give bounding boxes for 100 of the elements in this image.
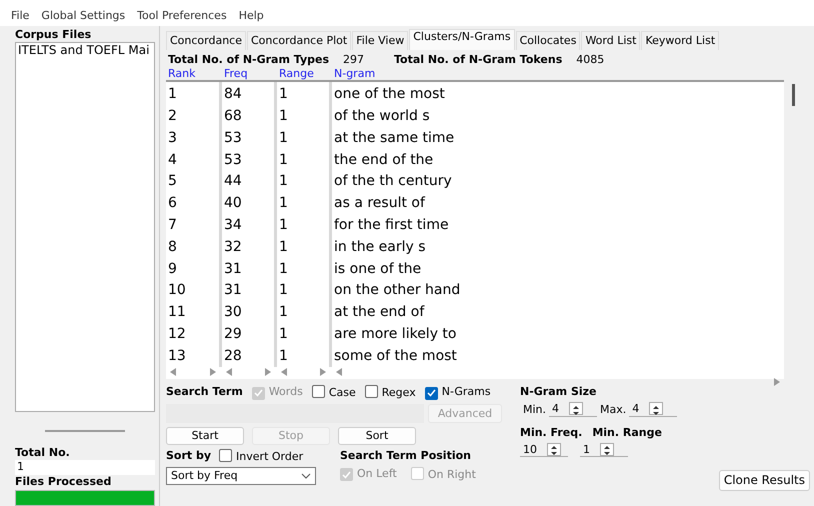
table-cell-text: of the world s xyxy=(333,107,431,126)
table-cell-text: 2 xyxy=(167,107,178,126)
spin-field[interactable]: 4 xyxy=(549,402,598,417)
table-cell-text: 12 xyxy=(167,325,187,344)
table-cell-text: 13 xyxy=(167,346,187,366)
label: Search Term Position xyxy=(340,448,472,462)
table-cell-text: 1 xyxy=(278,238,289,257)
tab[interactable]: Concordance xyxy=(166,31,246,50)
table-cell-text: 1 xyxy=(278,216,289,236)
scroll-right-icon[interactable] xyxy=(265,368,271,376)
table-cell-text: 6 xyxy=(167,194,178,214)
table-cell-text: 1 xyxy=(278,194,289,214)
table-cell-text: on the other hand xyxy=(333,281,462,300)
label: Files Processed xyxy=(15,474,112,488)
stat-value: 297 xyxy=(343,52,364,66)
checkbox[interactable] xyxy=(424,386,438,400)
scroll-left-icon[interactable] xyxy=(281,368,287,376)
table-cell-text: at the end of xyxy=(333,303,426,322)
table-cell-text: 7 xyxy=(167,216,178,236)
checkbox-label: On Right xyxy=(428,468,476,480)
label: Min. Freq. xyxy=(520,426,582,440)
menu-item[interactable]: Tool Preferences xyxy=(137,9,227,26)
table-cell-text: 10 xyxy=(167,281,187,300)
stat-value: 4085 xyxy=(576,52,604,66)
table-cell-text: in the early s xyxy=(333,238,427,257)
table-cell-text: 40 xyxy=(223,194,243,214)
checkbox[interactable] xyxy=(312,385,325,398)
button[interactable]: Sort xyxy=(338,427,416,445)
table-cell-text: 1 xyxy=(278,260,289,279)
spinner-arrows-icon[interactable] xyxy=(547,442,561,456)
table-cell-text: are more likely to xyxy=(333,325,458,344)
table-cell-text: 53 xyxy=(223,128,243,148)
spin-field[interactable]: 10 xyxy=(520,442,568,458)
column-header[interactable]: N-gram xyxy=(334,66,786,80)
table-cell-text: 1 xyxy=(278,325,289,344)
scroll-right-icon[interactable] xyxy=(320,368,326,376)
label: Min. xyxy=(523,402,546,416)
label: Sort by xyxy=(166,448,212,464)
table-cell-text: 1 xyxy=(167,85,178,104)
table-cell-text: 1 xyxy=(278,303,289,322)
column-header[interactable]: Freq xyxy=(224,66,279,80)
checkbox-label: Words xyxy=(268,385,303,398)
menu-item[interactable]: File xyxy=(11,9,30,26)
sort-dropdown[interactable]: Sort by Freq xyxy=(166,466,316,484)
spin-field[interactable]: 1 xyxy=(580,442,628,458)
table-cell-text: 1 xyxy=(278,172,289,192)
menu-item[interactable]: Global Settings xyxy=(41,9,126,26)
checkbox[interactable] xyxy=(219,448,232,462)
tab[interactable]: Concordance Plot xyxy=(247,31,352,50)
scroll-right-icon[interactable] xyxy=(774,378,780,386)
checkbox-label: Invert Order xyxy=(236,450,304,463)
table-cell-text: 31 xyxy=(223,260,243,279)
checkbox-label: On Left xyxy=(357,466,397,480)
tab[interactable]: Collocates xyxy=(516,31,580,50)
table-cell-text: 53 xyxy=(223,150,243,170)
table-cell-text: 8 xyxy=(167,238,178,257)
stat-label: Total No. of N-Gram Tokens xyxy=(394,52,562,66)
table-cell-text: 1 xyxy=(278,128,289,148)
panel-title: Corpus Files xyxy=(15,28,92,42)
total-value: 1 xyxy=(15,460,155,475)
table-cell-text: 1 xyxy=(278,85,289,104)
table-cell-text: 1 xyxy=(278,107,289,126)
button[interactable]: Start xyxy=(166,427,244,445)
checkbox-label: Case xyxy=(328,386,356,400)
checkbox-label: N-Grams xyxy=(442,385,491,398)
table-cell-text: the end of the xyxy=(333,150,434,170)
table-cell-text: 1 xyxy=(278,346,289,366)
table-cell-text: 32 xyxy=(223,238,243,257)
scroll-left-icon[interactable] xyxy=(170,368,176,376)
tab[interactable]: Word List xyxy=(581,31,640,50)
table-cell-text: 4 xyxy=(167,150,178,170)
table-cell-text: one of the most xyxy=(333,85,446,104)
spinner-arrows-icon[interactable] xyxy=(600,442,614,456)
tab[interactable]: Keyword List xyxy=(641,31,720,50)
clone-results-button[interactable]: Clone Results xyxy=(718,470,810,492)
corpus-file-entry[interactable]: ITELTS and TOEFL Mai xyxy=(18,42,152,58)
checkbox-label: Regex xyxy=(382,386,416,400)
column-header[interactable]: Range xyxy=(279,66,334,80)
table-cell-text: 30 xyxy=(223,303,243,322)
spinner-arrows-icon[interactable] xyxy=(569,402,584,416)
scroll-right-icon[interactable] xyxy=(210,368,216,376)
table-cell-text: 68 xyxy=(223,107,243,126)
table-cell-text: 34 xyxy=(223,216,243,236)
spinner-arrows-icon[interactable] xyxy=(649,402,664,416)
table-cell-text: 44 xyxy=(223,172,243,192)
menu-item[interactable]: Help xyxy=(238,9,264,26)
table-cell-text: some of the most xyxy=(333,346,458,366)
column-header[interactable]: Rank xyxy=(168,66,224,80)
table-cell-text: as a result of xyxy=(333,194,426,214)
scroll-left-icon[interactable] xyxy=(336,368,342,376)
label: Min. Range xyxy=(592,426,662,440)
table-cell-text: 1 xyxy=(278,150,289,170)
scroll-left-icon[interactable] xyxy=(226,368,232,376)
tab[interactable]: Clusters/N-Grams xyxy=(409,29,515,50)
table-cell-text: 28 xyxy=(223,346,243,366)
checkbox[interactable] xyxy=(364,385,378,398)
spin-field[interactable]: 4 xyxy=(629,402,678,417)
label: Search Term xyxy=(166,385,243,400)
tab[interactable]: File View xyxy=(352,31,408,50)
table-cell-text: 29 xyxy=(223,325,243,344)
